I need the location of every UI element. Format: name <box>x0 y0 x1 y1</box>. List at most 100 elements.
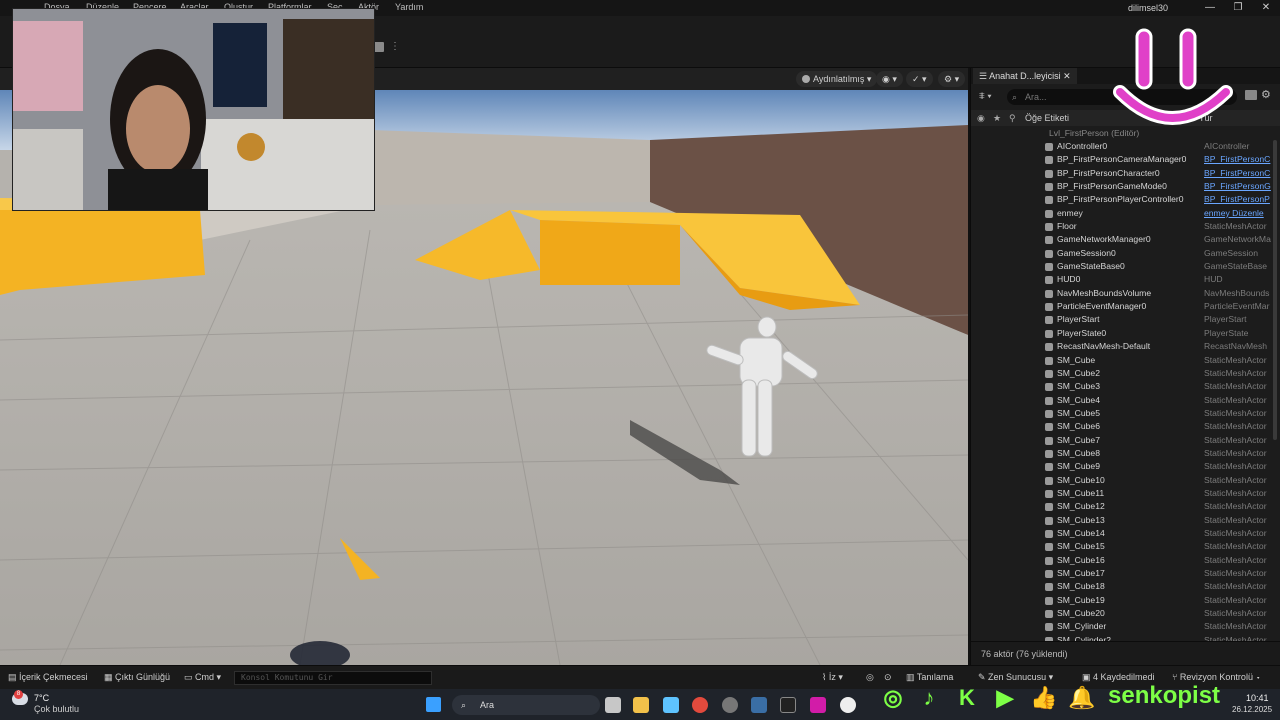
revision-control-button[interactable]: ⑂ Revizyon Kontrolü ▾ <box>1172 672 1261 682</box>
weather-temp[interactable]: 7°C <box>34 693 49 703</box>
outliner-row[interactable]: ParticleEventManager0 ParticleEventMar <box>971 300 1271 313</box>
outliner-row[interactable]: PlayerStart PlayerStart <box>971 313 1271 326</box>
record-icon[interactable]: ◎ <box>866 672 874 683</box>
actor-type[interactable]: enmey Düzenle <box>1204 207 1272 220</box>
actor-type-icon <box>1045 183 1053 192</box>
actor-type-icon <box>1045 489 1053 498</box>
outliner-row[interactable]: SM_Cube StaticMeshActor <box>971 354 1271 367</box>
outliner-row[interactable]: BP_FirstPersonGameMode0 BP_FirstPersonG <box>971 180 1271 193</box>
more-options-icon[interactable]: ⋮ <box>390 42 400 54</box>
transform-button[interactable]: ✓ ▾ <box>906 71 933 87</box>
outliner-row[interactable]: GameSession0 GameSession <box>971 247 1271 260</box>
windows-start-icon[interactable] <box>426 697 441 712</box>
clock-time[interactable]: 10:41 <box>1246 693 1269 703</box>
output-log-button[interactable]: ▦ Çıktı Günlüğü <box>104 672 170 683</box>
settings-gear-icon[interactable]: ⚙ <box>1261 88 1271 101</box>
column-item-label[interactable]: Öğe Etiketi <box>1025 110 1069 126</box>
actor-type: StaticMeshActor <box>1204 621 1267 632</box>
outliner-row[interactable]: GameNetworkManager0 GameNetworkMa <box>971 233 1271 246</box>
outliner-row[interactable]: SM_Cube7 StaticMeshActor <box>971 434 1271 447</box>
clock-date[interactable]: 26.12.2025 <box>1232 705 1272 714</box>
visibility-icon[interactable]: ◉ <box>977 110 985 126</box>
lit-mode-button[interactable]: Aydınlatılmış ▾ <box>796 71 878 87</box>
actor-name: GameStateBase0 <box>1057 261 1125 272</box>
console-input[interactable]: Konsol Komutunu Gir <box>234 671 432 685</box>
store-icon[interactable] <box>663 697 679 713</box>
outliner-row[interactable]: SM_Cube13 StaticMeshActor <box>971 514 1271 527</box>
level-row[interactable]: Lvl_FirstPerson (Editör) <box>971 127 1271 140</box>
outliner-row[interactable]: SM_Cube17 StaticMeshActor <box>971 567 1271 580</box>
file-explorer-icon[interactable] <box>633 697 649 713</box>
actor-name: SM_Cube3 <box>1057 381 1100 392</box>
outliner-row[interactable]: SM_Cube2 StaticMeshActor <box>971 367 1271 380</box>
outliner-row[interactable]: SM_Cube14 StaticMeshActor <box>971 527 1271 540</box>
actor-type[interactable]: BP_FirstPersonG <box>1204 180 1272 193</box>
outliner-row[interactable]: SM_Cube12 StaticMeshActor <box>971 500 1271 513</box>
cmd-dropdown[interactable]: ▭ Cmd ▾ <box>184 672 221 683</box>
outliner-row[interactable]: BP_FirstPersonCameraManager0 BP_FirstPers… <box>971 153 1271 166</box>
outliner-scrollbar[interactable] <box>1273 140 1277 440</box>
outliner-row[interactable]: HUD0 HUD <box>971 273 1271 286</box>
steam-icon[interactable] <box>751 697 767 713</box>
filter-icon[interactable]: ⩨ ▾ <box>979 91 992 102</box>
outliner-row[interactable]: SM_Cube9 StaticMeshActor <box>971 460 1271 473</box>
outliner-row[interactable]: SM_Cube5 StaticMeshActor <box>971 407 1271 420</box>
app-icon[interactable] <box>810 697 826 713</box>
outliner-row[interactable]: SM_Cube19 StaticMeshActor <box>971 594 1271 607</box>
outliner-row[interactable]: enmey enmey Düzenle <box>971 207 1271 220</box>
actor-name: AIController0 <box>1057 141 1108 151</box>
actor-type[interactable]: BP_FirstPersonC <box>1204 153 1272 166</box>
pin-icon[interactable]: ⚲ <box>1009 110 1016 126</box>
close-button[interactable]: ✕ <box>1250 0 1280 16</box>
close-tab-icon[interactable]: ✕ <box>1063 71 1071 81</box>
outliner-row[interactable]: PlayerState0 PlayerState <box>971 327 1271 340</box>
outliner-row[interactable]: SM_Cube6 StaticMeshActor <box>971 420 1271 433</box>
show-flags-button[interactable]: ◉ ▾ <box>876 71 903 87</box>
outliner-row[interactable]: SM_Cube10 StaticMeshActor <box>971 474 1271 487</box>
folder-icon[interactable] <box>1245 90 1257 100</box>
outliner-row[interactable]: AIController0 AIController <box>971 140 1271 153</box>
outliner-row[interactable]: BP_FirstPersonCharacter0 BP_FirstPersonC <box>971 167 1271 180</box>
outliner-row[interactable]: SM_Cube15 StaticMeshActor <box>971 540 1271 553</box>
actor-name: SM_Cube14 <box>1057 527 1105 538</box>
unreal-icon[interactable] <box>840 697 856 713</box>
actor-type-icon <box>1045 196 1053 205</box>
weather-desc[interactable]: Çok bulutlu <box>34 704 79 714</box>
outliner-row[interactable]: SM_Cube8 StaticMeshActor <box>971 447 1271 460</box>
zen-server-label: Zen Sunucusu <box>988 672 1047 682</box>
task-view-icon[interactable] <box>605 697 621 713</box>
outliner-row[interactable]: GameStateBase0 GameStateBase <box>971 260 1271 273</box>
tiktok-icon: ♪ <box>923 685 935 710</box>
pillow <box>13 129 83 210</box>
outliner-row[interactable]: Floor StaticMeshActor <box>971 220 1271 233</box>
outliner-row[interactable]: SM_Cube11 StaticMeshActor <box>971 487 1271 500</box>
outliner-row[interactable]: NavMeshBoundsVolume NavMeshBounds <box>971 287 1271 300</box>
actor-type[interactable]: BP_FirstPersonP <box>1204 193 1272 206</box>
outliner-row[interactable]: SM_Cube20 StaticMeshActor <box>971 607 1271 620</box>
actor-type[interactable]: BP_FirstPersonC <box>1204 167 1272 180</box>
face <box>126 85 190 173</box>
outliner-row[interactable]: RecastNavMesh-Default RecastNavMesh <box>971 340 1271 353</box>
outliner-row[interactable]: SM_Cube18 StaticMeshActor <box>971 580 1271 593</box>
outliner-row[interactable]: SM_Cube16 StaticMeshActor <box>971 554 1271 567</box>
outliner-tab[interactable]: ☰ Anahat D...leyicisi ✕ <box>973 68 1077 84</box>
obs-icon[interactable] <box>722 697 738 713</box>
actor-name: SM_Cube <box>1057 354 1096 365</box>
outliner-row[interactable]: SM_Cylinder StaticMeshActor <box>971 620 1271 633</box>
trace-button[interactable]: ⌇ İz ▾ <box>822 672 843 683</box>
taskbar-search[interactable]: ⌕ Ara <box>452 695 600 715</box>
actor-name: SM_Cube11 <box>1057 487 1105 498</box>
epic-icon[interactable] <box>780 697 796 713</box>
actor-type-icon <box>1045 570 1053 578</box>
content-drawer-button[interactable]: ▤ İçerik Çekmecesi <box>8 672 88 683</box>
menu-help[interactable]: Yardım <box>395 2 423 12</box>
outliner-row[interactable]: BP_FirstPersonPlayerController0 BP_FirstP… <box>971 193 1271 206</box>
chrome-icon[interactable] <box>692 697 708 713</box>
actor-type-icon <box>1045 209 1053 218</box>
outliner-row[interactable]: SM_Cube4 StaticMeshActor <box>971 394 1271 407</box>
outliner-row[interactable]: SM_Cube3 StaticMeshActor <box>971 380 1271 393</box>
actor-type-icon <box>1045 449 1053 458</box>
star-icon[interactable]: ★ <box>993 110 1001 126</box>
kick-icon: K <box>959 685 975 710</box>
viewport-settings-button[interactable]: ⚙ ▾ <box>938 71 966 87</box>
